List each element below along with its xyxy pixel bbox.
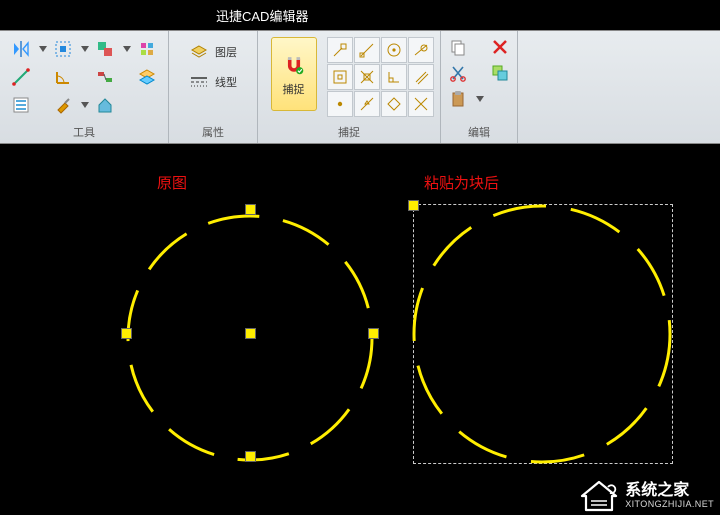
block-handle[interactable] (408, 200, 419, 211)
tool-home[interactable] (95, 95, 131, 115)
edit-dup[interactable] (490, 63, 510, 83)
snap-node[interactable] (327, 91, 353, 117)
mirror-icon (11, 39, 31, 59)
snap-quadrant[interactable] (327, 64, 353, 90)
handle-center[interactable] (245, 328, 256, 339)
caption-original: 原图 (157, 172, 187, 193)
delete-icon (490, 37, 510, 57)
tool-block[interactable] (95, 39, 131, 59)
group-tools: 工具 (0, 31, 169, 143)
angle-icon (53, 67, 73, 87)
tool-link[interactable] (95, 67, 131, 87)
ribbon: 工具 图层 线型 属性 捕捉 (0, 30, 720, 144)
edit-cut[interactable] (448, 63, 484, 83)
watermark: 系统之家 XITONGZHIJIA.NET (579, 479, 714, 513)
edit-delete[interactable] (490, 37, 510, 57)
copy-icon (448, 37, 468, 57)
tool-layers[interactable] (137, 67, 157, 87)
circle-pasted (408, 200, 676, 468)
snap-insert[interactable] (354, 64, 380, 90)
handle-right[interactable] (368, 328, 379, 339)
tool-select[interactable] (53, 39, 89, 59)
tool-line[interactable] (11, 67, 47, 87)
group-props-label: 属性 (202, 122, 224, 143)
prop-layer-label: 图层 (215, 44, 237, 60)
app-title: 迅捷CAD编辑器 (216, 6, 308, 25)
snap-mid[interactable] (354, 91, 380, 117)
group-edit: 编辑 (441, 31, 518, 143)
titlebar: 迅捷CAD编辑器 (0, 0, 720, 30)
paste-icon (448, 89, 468, 109)
cut-icon (448, 63, 468, 83)
tool-cubes[interactable] (137, 39, 157, 59)
group-edit-label: 编辑 (468, 122, 490, 143)
line-icon (11, 67, 31, 87)
prop-linetype-label: 线型 (215, 74, 237, 90)
house-logo-icon (579, 479, 619, 513)
prop-linetype[interactable]: 线型 (189, 71, 237, 93)
snap-endpoint[interactable] (327, 37, 353, 63)
layers-icon (137, 67, 157, 87)
snap-button-label: 捕捉 (283, 81, 305, 97)
group-snap-label: 捕捉 (338, 122, 360, 143)
linetype-icon (189, 72, 209, 92)
snap-perp[interactable] (381, 64, 407, 90)
cubes-icon (137, 39, 157, 59)
layer-stack-icon (189, 42, 209, 62)
magnet-icon (280, 51, 308, 79)
prop-layer[interactable]: 图层 (189, 41, 237, 63)
link-icon (95, 67, 115, 87)
snap-center[interactable] (381, 37, 407, 63)
group-tools-label: 工具 (73, 122, 95, 143)
handle-top[interactable] (245, 204, 256, 215)
edit-copy[interactable] (448, 37, 484, 57)
caption-pasted-block: 粘贴为块后 (424, 172, 499, 193)
home-icon (95, 95, 115, 115)
brush-icon (53, 95, 73, 115)
tool-mirror[interactable] (11, 39, 47, 59)
watermark-url: XITONGZHIJIA.NET (625, 500, 714, 510)
handle-bottom[interactable] (245, 451, 256, 462)
watermark-name: 系统之家 (625, 482, 714, 500)
tool-sheet[interactable] (11, 95, 47, 115)
block-icon (95, 39, 115, 59)
duplicate-icon (490, 63, 510, 83)
snap-nearest[interactable] (354, 37, 380, 63)
snap-button[interactable]: 捕捉 (271, 37, 317, 111)
drawing-canvas[interactable]: 原图 粘贴为块后 系统之家 XITONGZHIJIA.NET (0, 144, 720, 515)
snap-intersect[interactable] (408, 91, 434, 117)
tool-brush[interactable] (53, 95, 89, 115)
group-props: 图层 线型 属性 (169, 31, 258, 143)
tool-angle[interactable] (53, 67, 89, 87)
snap-tangent[interactable] (408, 37, 434, 63)
sheet-icon (11, 95, 31, 115)
snap-parallel[interactable] (408, 64, 434, 90)
select-icon (53, 39, 73, 59)
edit-paste[interactable] (448, 89, 484, 109)
handle-left[interactable] (121, 328, 132, 339)
snap-diamond[interactable] (381, 91, 407, 117)
group-snap: 捕捉 捕捉 (258, 31, 441, 143)
